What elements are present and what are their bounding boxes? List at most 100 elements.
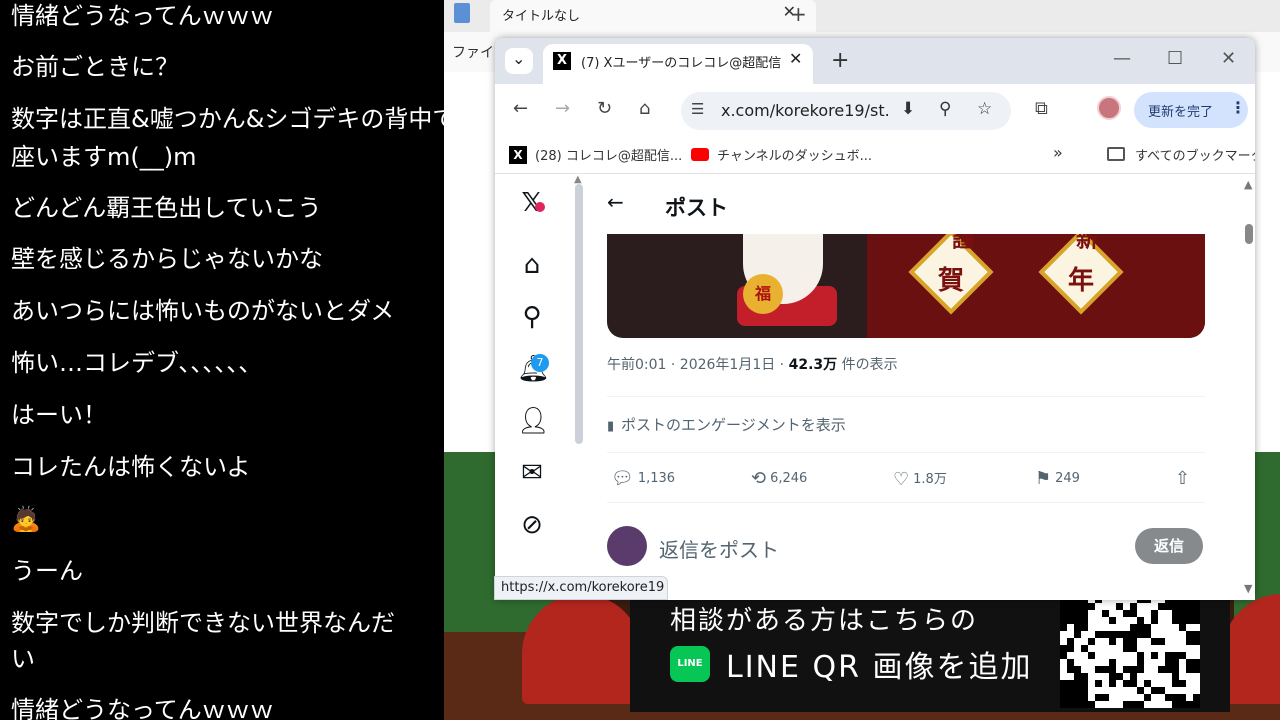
- chat-message: コレたんは怖くないよ: [11, 453, 251, 481]
- bar-chart-icon: ▮: [607, 419, 615, 434]
- qr-module: [1179, 624, 1186, 631]
- all-bookmarks[interactable]: すべてのブックマーク: [1135, 145, 1255, 164]
- home-icon[interactable]: ⌂: [639, 98, 650, 119]
- qr-module: [1137, 687, 1144, 694]
- chat-message: あいつらには怖いものがないとダメ: [11, 297, 395, 325]
- qr-module: [1081, 680, 1088, 687]
- qr-module: [1193, 631, 1200, 638]
- qr-module: [1151, 687, 1158, 694]
- back-arrow-icon[interactable]: ←: [607, 190, 624, 214]
- bookmarks-bar: X (28) コレコレ@超配信... チャンネルのダッシュボ... » すべての…: [495, 136, 1255, 174]
- reply-input[interactable]: 返信をポスト: [659, 534, 779, 563]
- post-time[interactable]: 午前0:01 · 2026年1月1日 ·: [607, 357, 789, 373]
- qr-module: [1186, 638, 1193, 645]
- qr-module: [1123, 666, 1130, 673]
- qr-module: [1130, 624, 1137, 631]
- qr-module: [1095, 680, 1102, 687]
- like-button[interactable]: ♡ 1.8万: [893, 468, 947, 490]
- tab-search-button[interactable]: ⌄: [505, 48, 533, 74]
- back-icon[interactable]: ←: [513, 98, 528, 119]
- scroll-up-icon[interactable]: ▲: [1244, 178, 1252, 191]
- qr-module: [1109, 673, 1116, 680]
- scrollbar-thumb[interactable]: [1245, 224, 1253, 244]
- share-button[interactable]: ⇧: [1175, 468, 1194, 489]
- follow-icon[interactable]: 👤︎: [517, 406, 550, 436]
- qr-module: [1144, 631, 1151, 638]
- maximize-button[interactable]: ☐: [1167, 48, 1183, 69]
- bookmark-star-icon[interactable]: ☆: [977, 99, 992, 119]
- qr-module: [1109, 617, 1116, 624]
- reload-icon[interactable]: ↻: [597, 98, 612, 119]
- grok-icon[interactable]: ⊘: [517, 510, 547, 540]
- site-info-icon[interactable]: ☰: [691, 100, 704, 118]
- scroll-down-icon[interactable]: ▼: [1244, 582, 1252, 595]
- profile-avatar[interactable]: [1097, 96, 1121, 120]
- qr-module: [1130, 680, 1137, 687]
- page-scrollbar[interactable]: ▲ ▼: [1243, 174, 1255, 600]
- qr-module: [1151, 617, 1158, 624]
- qr-module: [1081, 624, 1088, 631]
- engagement-link[interactable]: ▮ ポストのエンゲージメントを表示: [607, 414, 846, 435]
- qr-module: [1186, 610, 1193, 617]
- address-bar[interactable]: ☰ x.com/korekore19/st... ⬇ ⚲ ☆: [681, 92, 1011, 130]
- post-detail: 福 賀 年 新 謹 ← ポスト 午前0:01 · 2026年1月1日 · 42.…: [587, 174, 1237, 600]
- qr-module: [1123, 631, 1130, 638]
- divider: [607, 396, 1205, 397]
- qr-module: [1074, 694, 1081, 701]
- qr-module: [1172, 701, 1179, 708]
- notepad-app-icon: [454, 3, 470, 23]
- home-icon[interactable]: ⌂: [517, 250, 547, 280]
- notepad-tab[interactable]: タイトルなし ✕: [490, 0, 816, 32]
- page-content: 𝕏 ⌂ ⚲ 🔔︎ 7 👤︎ ✉ ⊘ ▲ 福 賀: [495, 174, 1255, 600]
- repost-button[interactable]: ⟲ 6,246: [751, 468, 807, 489]
- chat-message: 座いますm(__)m: [11, 143, 197, 171]
- more-bookmarks-icon[interactable]: »: [1053, 143, 1063, 162]
- browser-tab[interactable]: X (7) Xユーザーのコレコレ@超配信者🔴 ✕: [543, 44, 813, 84]
- forward-icon[interactable]: →: [555, 98, 570, 119]
- chat-message: お前ごときに？: [11, 53, 179, 81]
- coin-image: 福: [743, 274, 783, 314]
- qr-module: [1060, 680, 1067, 687]
- qr-module: [1130, 603, 1137, 610]
- install-app-icon[interactable]: ⬇: [901, 99, 915, 119]
- extensions-icon[interactable]: ⧉: [1035, 98, 1048, 119]
- search-icon[interactable]: ⚲: [517, 302, 547, 332]
- qr-module: [1144, 680, 1151, 687]
- qr-module: [1179, 603, 1186, 610]
- bookmark-item[interactable]: チャンネルのダッシュボ...: [717, 145, 872, 164]
- bookmark-item[interactable]: (28) コレコレ@超配信...: [535, 145, 682, 164]
- qr-module: [1130, 645, 1137, 652]
- qr-module: [1123, 638, 1130, 645]
- qr-module: [1060, 610, 1067, 617]
- post-image[interactable]: 福 賀 年 新 謹: [607, 234, 1205, 338]
- qr-module: [1172, 610, 1179, 617]
- reply-button[interactable]: 💬︎ 1,136: [611, 468, 675, 489]
- reply-icon: 💬︎: [611, 468, 634, 489]
- bookmark-button[interactable]: ⚑ 249: [1035, 468, 1080, 489]
- minimize-button[interactable]: —: [1113, 48, 1131, 69]
- qr-module: [1172, 666, 1179, 673]
- close-icon[interactable]: ✕: [789, 49, 802, 68]
- zoom-icon[interactable]: ⚲: [939, 99, 951, 119]
- youtube-icon: [691, 148, 709, 161]
- window-close-button[interactable]: ✕: [1221, 48, 1236, 69]
- qr-module: [1123, 645, 1130, 652]
- qr-module: [1081, 687, 1088, 694]
- mail-icon[interactable]: ✉: [517, 458, 547, 488]
- page-title: ポスト: [665, 196, 728, 220]
- chat-message: 数字でしか判断できない世界なんだ: [11, 609, 395, 637]
- menu-icon[interactable]: ⋮: [1230, 98, 1246, 117]
- update-button[interactable]: 更新を完了 ⋮: [1134, 92, 1248, 128]
- new-tab-button[interactable]: +: [831, 48, 849, 73]
- new-year-char: 年: [1067, 266, 1094, 296]
- status-bar: https://x.com/korekore19: [494, 576, 668, 600]
- live-chat-panel: 情緒どうなってんｗｗｗ お前ごときに？ 数字は正直&嘘つかん&シゴデキの背中で語…: [0, 0, 444, 720]
- reply-submit-button[interactable]: 返信: [1135, 528, 1203, 564]
- chat-emoji: 🙇: [11, 505, 41, 533]
- qr-module: [1081, 617, 1088, 624]
- sidebar-scrollbar[interactable]: [575, 184, 583, 444]
- qr-module: [1116, 673, 1123, 680]
- chevron-down-icon: ⌄: [512, 49, 526, 68]
- new-tab-button[interactable]: +: [790, 2, 807, 26]
- qr-module: [1060, 617, 1067, 624]
